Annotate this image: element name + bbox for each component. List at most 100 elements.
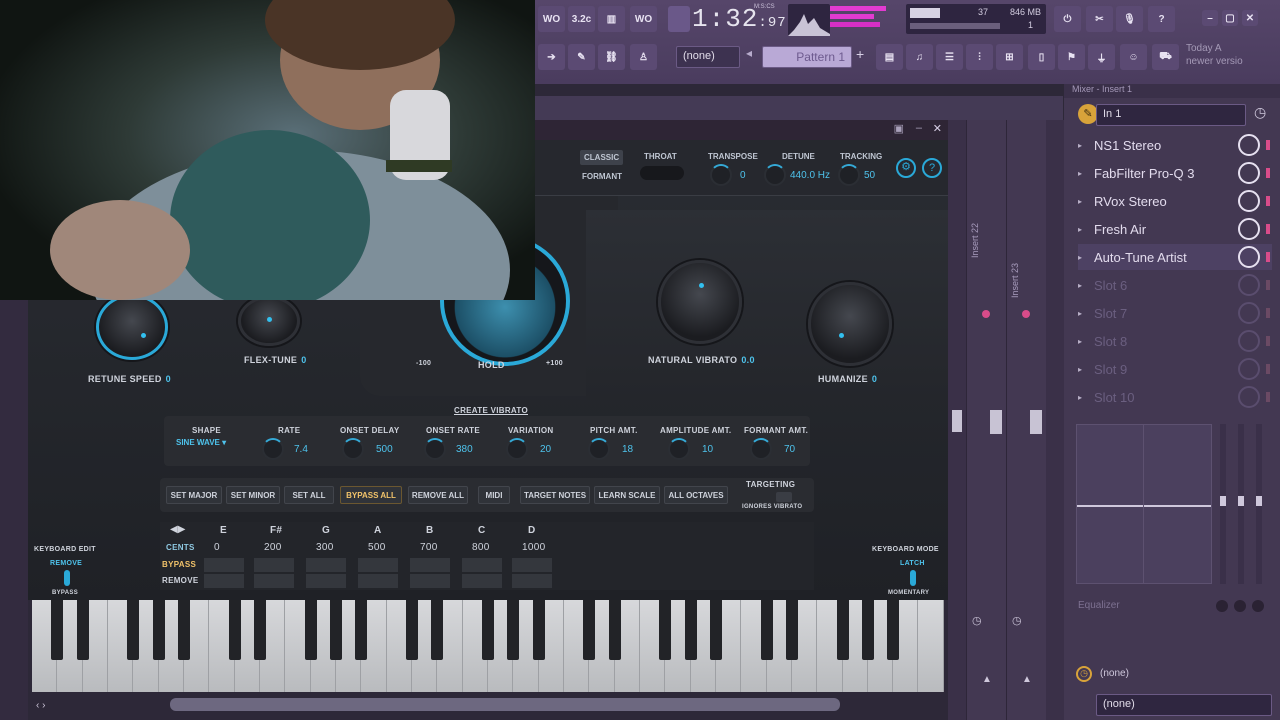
help-icon[interactable]: ? bbox=[1148, 6, 1175, 32]
fader-22[interactable] bbox=[990, 410, 1002, 434]
output-select[interactable]: (none) bbox=[1100, 668, 1129, 679]
detune-knob[interactable] bbox=[764, 164, 786, 186]
remove-toggle-0[interactable] bbox=[204, 574, 244, 588]
black-key[interactable] bbox=[836, 600, 849, 660]
effect-slot-4[interactable]: ▸ Fresh Air bbox=[1078, 216, 1272, 242]
slot-led[interactable] bbox=[1266, 196, 1270, 206]
black-key[interactable] bbox=[684, 600, 697, 660]
track-22-clock-icon[interactable]: ◷ bbox=[972, 614, 982, 627]
note-1[interactable]: F# bbox=[270, 525, 282, 536]
flex-tune-knob[interactable] bbox=[238, 296, 300, 346]
slot-mix-knob[interactable] bbox=[1238, 330, 1260, 352]
slot-led[interactable] bbox=[1266, 308, 1270, 318]
eq-fader-3[interactable] bbox=[1256, 424, 1262, 584]
settings-gear-icon[interactable]: ⚙ bbox=[896, 158, 916, 178]
black-key[interactable] bbox=[862, 600, 874, 660]
bypass-toggle-0[interactable] bbox=[204, 558, 244, 572]
slot-arrow-icon[interactable]: ▸ bbox=[1078, 225, 1082, 234]
plugin-icon[interactable]: ⚑ bbox=[1058, 44, 1085, 70]
keyboard-mode-latch[interactable]: LATCH bbox=[900, 560, 925, 567]
slot-led[interactable] bbox=[1266, 336, 1270, 346]
effect-slot-1[interactable]: ▸ NS1 Stereo bbox=[1078, 132, 1272, 158]
black-key[interactable] bbox=[355, 600, 368, 660]
eq-knob-1[interactable] bbox=[1216, 600, 1228, 612]
black-key[interactable] bbox=[710, 600, 722, 660]
plugin-minimize-icon[interactable]: – bbox=[916, 122, 922, 134]
input-icon[interactable]: ✎ bbox=[1078, 104, 1098, 124]
keyboard-mode-momentary[interactable]: MOMENTARY bbox=[888, 590, 929, 596]
input-select[interactable]: In 1 bbox=[1096, 104, 1246, 126]
eq-knob-2[interactable] bbox=[1234, 600, 1246, 612]
humanize-knob[interactable] bbox=[808, 282, 892, 366]
slot-arrow-icon[interactable]: ▸ bbox=[1078, 169, 1082, 178]
black-key[interactable] bbox=[659, 600, 672, 660]
throat-slider[interactable] bbox=[640, 166, 684, 180]
effect-slot-8[interactable]: ▸ Slot 8 bbox=[1078, 328, 1272, 354]
microphone-icon[interactable]: 🎙 bbox=[1116, 6, 1143, 32]
plugin-scroll-thumb[interactable] bbox=[170, 698, 840, 711]
black-key[interactable] bbox=[532, 600, 545, 660]
remove-all-button[interactable]: REMOVE ALL bbox=[408, 486, 468, 504]
shape-select[interactable]: SINE WAVE ▾ bbox=[176, 438, 248, 452]
info-icon[interactable]: ? bbox=[922, 158, 942, 178]
scissors-icon[interactable]: ✂ bbox=[1086, 6, 1113, 32]
news-hint[interactable]: Today A newer versio bbox=[1186, 42, 1278, 74]
slot-mix-knob[interactable] bbox=[1238, 274, 1260, 296]
remove-toggle-3[interactable] bbox=[358, 574, 398, 588]
slot-mix-knob[interactable] bbox=[1238, 302, 1260, 324]
slot-led[interactable] bbox=[1266, 224, 1270, 234]
output-select-2[interactable]: (none) bbox=[1096, 694, 1272, 716]
cents-value-5[interactable]: 800 bbox=[472, 542, 490, 553]
bypass-toggle-1[interactable] bbox=[254, 558, 294, 572]
brush-icon[interactable]: ✎ bbox=[568, 44, 595, 70]
cents-value-3[interactable]: 500 bbox=[368, 542, 386, 553]
user-icon[interactable]: ☺ bbox=[1120, 44, 1147, 70]
track-22-up-icon[interactable]: ▲ bbox=[982, 674, 992, 685]
bypass-toggle-4[interactable] bbox=[410, 558, 450, 572]
add-pattern-icon[interactable]: + bbox=[856, 46, 864, 62]
remove-toggle-2[interactable] bbox=[306, 574, 346, 588]
slot-mix-knob[interactable] bbox=[1238, 190, 1260, 212]
black-key[interactable] bbox=[76, 600, 89, 660]
cents-value-2[interactable]: 300 bbox=[316, 542, 334, 553]
slot-mix-knob[interactable] bbox=[1238, 386, 1260, 408]
fader-left[interactable] bbox=[952, 410, 962, 432]
black-key[interactable] bbox=[406, 600, 418, 660]
note-2[interactable]: G bbox=[322, 525, 330, 536]
black-key[interactable] bbox=[583, 600, 596, 660]
tempo-box[interactable] bbox=[668, 6, 690, 32]
pitch-amt-knob[interactable] bbox=[588, 438, 610, 460]
black-key[interactable] bbox=[254, 600, 266, 660]
link-icon[interactable]: ⛓ bbox=[598, 44, 625, 70]
keyboard-edit-remove[interactable]: REMOVE bbox=[50, 560, 82, 567]
black-key[interactable] bbox=[786, 600, 798, 660]
slot-arrow-icon[interactable]: ▸ bbox=[1078, 253, 1082, 262]
slot-arrow-icon[interactable]: ▸ bbox=[1078, 281, 1082, 290]
slot-arrow-icon[interactable]: ▸ bbox=[1078, 365, 1082, 374]
close-icon[interactable]: ✕ bbox=[1242, 10, 1258, 26]
cents-value-1[interactable]: 200 bbox=[264, 542, 282, 553]
cents-value-6[interactable]: 1000 bbox=[522, 542, 545, 553]
effect-slot-2[interactable]: ▸ FabFilter Pro-Q 3 bbox=[1078, 160, 1272, 186]
eq-fader-2[interactable] bbox=[1238, 424, 1244, 584]
track-23-led[interactable] bbox=[1022, 310, 1030, 318]
remove-toggle-1[interactable] bbox=[254, 574, 294, 588]
channel-rack-icon[interactable]: ☰ bbox=[936, 44, 963, 70]
bypass-all-button[interactable]: BYPASS ALL bbox=[340, 486, 402, 504]
scroll-arrows-icon[interactable]: ‹ › bbox=[36, 700, 45, 711]
eq-knob-3[interactable] bbox=[1252, 600, 1264, 612]
piano-roll-icon[interactable]: ♫ bbox=[906, 44, 933, 70]
maximize-icon[interactable]: ▢ bbox=[1222, 10, 1238, 26]
slot-led[interactable] bbox=[1266, 280, 1270, 290]
all-octaves-button[interactable]: ALL OCTAVES bbox=[664, 486, 728, 504]
record-icon[interactable]: ⏻ bbox=[1054, 6, 1081, 32]
remove-toggle-4[interactable] bbox=[410, 574, 450, 588]
piano-icon[interactable]: ▥ bbox=[598, 6, 625, 32]
slot-arrow-icon[interactable]: ▸ bbox=[1078, 337, 1082, 346]
slot-mix-knob[interactable] bbox=[1238, 162, 1260, 184]
browser-icon[interactable]: ⊞ bbox=[996, 44, 1023, 70]
track-23-up-icon[interactable]: ▲ bbox=[1022, 674, 1032, 685]
keyboard-edit-bypass[interactable]: BYPASS bbox=[52, 590, 78, 596]
slot-led[interactable] bbox=[1266, 364, 1270, 374]
slot-mix-knob[interactable] bbox=[1238, 246, 1260, 268]
